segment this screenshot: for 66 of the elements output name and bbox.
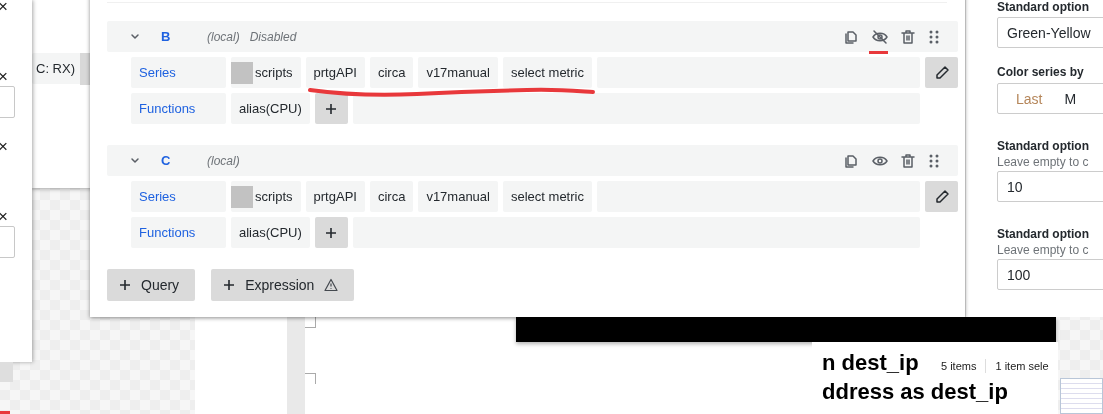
datasource-label: (local) (207, 29, 240, 44)
row-label: Series (131, 181, 226, 212)
pencil-icon[interactable] (933, 188, 950, 205)
edit-button[interactable] (925, 181, 958, 212)
segment-option[interactable]: M (1064, 90, 1077, 107)
warning-icon[interactable] (324, 278, 339, 292)
series-segment[interactable]: scripts (231, 57, 301, 88)
select-field[interactable]: Green-Yellow (997, 17, 1103, 48)
series-segment[interactable]: v17manual (418, 57, 498, 88)
trash-icon[interactable] (900, 28, 916, 45)
row-label: Functions (131, 93, 226, 124)
eye-off-icon[interactable] (872, 28, 888, 45)
datasource-label: (local) (207, 153, 240, 168)
series-chip[interactable]: C: RX) (32, 53, 83, 84)
input-field[interactable]: 100 (997, 259, 1103, 290)
copy-icon[interactable] (844, 152, 860, 169)
field-label: Standard option (997, 226, 1090, 242)
copy-icon[interactable] (844, 28, 860, 45)
add-button[interactable]: Query (107, 269, 196, 301)
field-hint: Leave empty to c (997, 242, 1090, 259)
plus-icon[interactable] (223, 279, 236, 291)
scribble-mark (0, 411, 10, 414)
series-segment[interactable]: circa (369, 181, 414, 212)
add-function-button[interactable] (314, 93, 348, 124)
document-text: n dest_ip (822, 349, 919, 377)
document-text: ddress as dest_ip (822, 378, 1008, 406)
panel-footer (0, 362, 13, 382)
trash-icon[interactable] (900, 152, 916, 169)
redaction-block (231, 61, 253, 84)
field-label: Standard option (997, 138, 1090, 154)
plus-icon[interactable] (325, 102, 338, 115)
series-segment[interactable]: select metric (503, 57, 592, 88)
field-hint: Leave empty to c (997, 154, 1090, 171)
query-name[interactable]: C (161, 153, 207, 168)
selection-count: 1 item sele (995, 359, 1049, 372)
field-label: Standard option (997, 0, 1090, 15)
field-label: Color series by (997, 64, 1085, 80)
drag-handle-icon[interactable] (928, 28, 940, 45)
function-segment[interactable]: alias(CPU) (231, 93, 310, 124)
series-segment[interactable]: prtgAPI (305, 181, 365, 212)
function-segment[interactable]: alias(CPU) (231, 217, 310, 248)
row-label: Series (131, 57, 226, 88)
drag-handle-icon[interactable] (928, 152, 940, 169)
series-segment[interactable]: select metric (503, 181, 592, 212)
close-button[interactable]: × (0, 210, 8, 224)
series-segment[interactable]: v17manual (418, 181, 498, 212)
plus-icon[interactable] (325, 226, 338, 239)
close-button[interactable]: × (0, 0, 8, 14)
close-button[interactable]: × (0, 70, 8, 84)
item-count: 5 items (941, 359, 977, 372)
series-segment[interactable]: circa (369, 57, 414, 88)
query-name[interactable]: B (161, 29, 207, 44)
edit-button[interactable] (925, 57, 958, 88)
input-field[interactable]: 10 (997, 171, 1103, 202)
close-button[interactable]: × (0, 140, 8, 154)
series-segment[interactable]: prtgAPI (305, 57, 365, 88)
redaction-block (231, 185, 253, 208)
row-label: Functions (131, 217, 226, 248)
pencil-icon[interactable] (933, 64, 950, 81)
series-segment[interactable]: scripts (231, 181, 301, 212)
chevron-down-icon[interactable] (130, 156, 140, 165)
plus-icon[interactable] (119, 279, 131, 291)
status-label: Disabled (249, 29, 297, 44)
chevron-down-icon[interactable] (130, 32, 140, 41)
add-function-button[interactable] (314, 217, 348, 248)
add-button[interactable]: Expression (211, 269, 355, 301)
